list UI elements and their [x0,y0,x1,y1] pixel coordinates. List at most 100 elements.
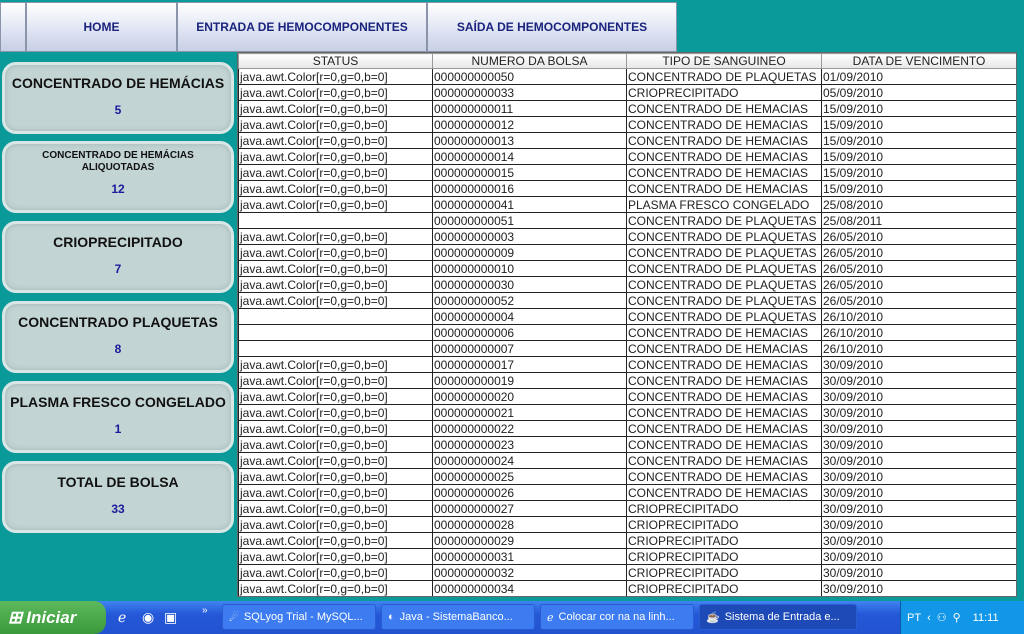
table-row[interactable]: java.awt.Color[r=0,g=0,b=0] 000000000009 C… [238,244,1016,261]
browser-icon[interactable]: ◉ [142,609,154,626]
cell-data[interactable]: 30/09/2010 [821,404,1016,421]
table-row[interactable]: java.awt.Color[r=0,g=0,b=0] 000000000022 C… [238,420,1016,437]
cell-status[interactable]: java.awt.Color[r=0,g=0,b=0] [238,244,433,261]
task-java[interactable]: ◐ Java - SistemaBanco... [381,604,535,630]
table-row[interactable]: java.awt.Color[r=0,g=0,b=0] 000000000015 C… [238,164,1016,181]
expand-quicklaunch-icon[interactable]: » [202,605,208,616]
table-row[interactable]: 000000000004 CONCENTRADO DE PLAQUETAS 26/1… [238,308,1016,325]
cell-tipo[interactable]: CONCENTRADO DE HEMACIAS [626,436,822,453]
cell-tipo[interactable]: CRIOPRECIPITADO [626,516,822,533]
cell-tipo[interactable]: CONCENTRADO DE HEMACIAS [626,116,822,133]
cell-tipo[interactable]: CONCENTRADO DE PLAQUETAS [626,244,822,261]
table-row[interactable]: 000000000007 CONCENTRADO DE HEMACIAS 26/10… [238,340,1016,357]
cell-data[interactable]: 05/09/2010 [821,84,1016,101]
cell-tipo[interactable]: CONCENTRADO DE HEMACIAS [626,420,822,437]
table-row[interactable]: java.awt.Color[r=0,g=0,b=0] 000000000023 C… [238,436,1016,453]
header-status[interactable]: STATUS [238,53,433,69]
cell-status[interactable]: java.awt.Color[r=0,g=0,b=0] [238,116,433,133]
table-row[interactable]: java.awt.Color[r=0,g=0,b=0] 000000000032 C… [238,564,1016,581]
cell-numero[interactable]: 000000000013 [432,132,627,149]
cell-numero[interactable]: 000000000009 [432,244,627,261]
table-row[interactable]: java.awt.Color[r=0,g=0,b=0] 000000000050 C… [238,68,1016,85]
cell-status[interactable] [238,324,433,341]
cell-data[interactable]: 30/09/2010 [821,420,1016,437]
cell-tipo[interactable]: CRIOPRECIPITADO [626,548,822,565]
start-button[interactable]: ⊞ Iniciar [0,601,106,634]
summary-card[interactable]: CONCENTRADO PLAQUETAS 8 [2,301,234,373]
cell-data[interactable]: 26/05/2010 [821,244,1016,261]
cell-status[interactable]: java.awt.Color[r=0,g=0,b=0] [238,564,433,581]
cell-data[interactable]: 15/09/2010 [821,180,1016,197]
cell-numero[interactable]: 000000000030 [432,276,627,293]
cell-status[interactable]: java.awt.Color[r=0,g=0,b=0] [238,484,433,501]
cell-tipo[interactable]: CONCENTRADO DE HEMACIAS [626,164,822,181]
cell-tipo[interactable]: CONCENTRADO DE HEMACIAS [626,404,822,421]
blood-bag-table[interactable]: STATUS NUMERO DA BOLSA TIPO DE SANGUINEO… [237,52,1017,597]
table-row[interactable]: java.awt.Color[r=0,g=0,b=0] 000000000020 C… [238,388,1016,405]
cell-numero[interactable]: 000000000014 [432,148,627,165]
table-row[interactable]: java.awt.Color[r=0,g=0,b=0] 000000000030 C… [238,276,1016,293]
cell-tipo[interactable]: CRIOPRECIPITADO [626,564,822,581]
cell-data[interactable]: 30/09/2010 [821,516,1016,533]
cell-tipo[interactable]: CRIOPRECIPITADO [626,500,822,517]
table-row[interactable]: java.awt.Color[r=0,g=0,b=0] 000000000011 C… [238,100,1016,117]
cell-tipo[interactable]: CONCENTRADO DE PLAQUETAS [626,212,822,229]
cell-tipo[interactable]: CONCENTRADO DE PLAQUETAS [626,308,822,325]
task-sistema[interactable]: ☕ Sistema de Entrada e... [699,604,857,630]
table-row[interactable]: java.awt.Color[r=0,g=0,b=0] 000000000017 C… [238,356,1016,373]
cell-numero[interactable]: 000000000023 [432,436,627,453]
tray-collapse-icon[interactable]: ‹ [927,612,931,624]
header-data[interactable]: DATA DE VENCIMENTO [821,53,1016,69]
cell-status[interactable]: java.awt.Color[r=0,g=0,b=0] [238,276,433,293]
nav-entrada-button[interactable]: ENTRADA DE HEMOCOMPONENTES [177,2,427,52]
cell-tipo[interactable]: CONCENTRADO DE PLAQUETAS [626,292,822,309]
cell-data[interactable]: 01/09/2010 [821,68,1016,85]
cell-tipo[interactable]: CONCENTRADO DE HEMACIAS [626,100,822,117]
summary-card[interactable]: CONCENTRADO DE HEMÁCIAS ALIQUOTADAS 12 [2,141,234,213]
header-numero[interactable]: NUMERO DA BOLSA [432,53,627,69]
cell-tipo[interactable]: CONCENTRADO DE HEMACIAS [626,340,822,357]
cell-status[interactable]: java.awt.Color[r=0,g=0,b=0] [238,548,433,565]
ie-icon[interactable]: ℯ [118,609,126,626]
cell-tipo[interactable]: CONCENTRADO DE HEMACIAS [626,468,822,485]
cell-numero[interactable]: 000000000006 [432,324,627,341]
cell-status[interactable]: java.awt.Color[r=0,g=0,b=0] [238,500,433,517]
cell-data[interactable]: 30/09/2010 [821,532,1016,549]
cell-data[interactable]: 30/09/2010 [821,468,1016,485]
cell-numero[interactable]: 000000000028 [432,516,627,533]
cell-numero[interactable]: 000000000007 [432,340,627,357]
cell-status[interactable]: java.awt.Color[r=0,g=0,b=0] [238,180,433,197]
cell-tipo[interactable]: CONCENTRADO DE HEMACIAS [626,484,822,501]
cell-tipo[interactable]: CONCENTRADO DE HEMACIAS [626,356,822,373]
cell-data[interactable]: 26/10/2010 [821,340,1016,357]
cell-data[interactable]: 15/09/2010 [821,148,1016,165]
cell-status[interactable]: java.awt.Color[r=0,g=0,b=0] [238,228,433,245]
cell-status[interactable] [238,212,433,229]
cell-data[interactable]: 30/09/2010 [821,356,1016,373]
table-row[interactable]: java.awt.Color[r=0,g=0,b=0] 000000000021 C… [238,404,1016,421]
cell-data[interactable]: 26/05/2010 [821,292,1016,309]
cell-numero[interactable]: 000000000027 [432,500,627,517]
table-row[interactable]: java.awt.Color[r=0,g=0,b=0] 000000000027 C… [238,500,1016,517]
table-row[interactable]: java.awt.Color[r=0,g=0,b=0] 000000000031 C… [238,548,1016,565]
cell-status[interactable]: java.awt.Color[r=0,g=0,b=0] [238,148,433,165]
cell-tipo[interactable]: CRIOPRECIPITADO [626,580,822,596]
cell-data[interactable]: 26/10/2010 [821,324,1016,341]
cell-numero[interactable]: 000000000024 [432,452,627,469]
table-row[interactable]: java.awt.Color[r=0,g=0,b=0] 000000000016 C… [238,180,1016,197]
cell-numero[interactable]: 000000000033 [432,84,627,101]
table-row[interactable]: java.awt.Color[r=0,g=0,b=0] 000000000029 C… [238,532,1016,549]
table-row[interactable]: java.awt.Color[r=0,g=0,b=0] 000000000052 C… [238,292,1016,309]
table-row[interactable]: java.awt.Color[r=0,g=0,b=0] 000000000014 C… [238,148,1016,165]
table-row[interactable]: java.awt.Color[r=0,g=0,b=0] 000000000033 C… [238,84,1016,101]
cell-tipo[interactable]: CONCENTRADO DE PLAQUETAS [626,68,822,85]
table-row[interactable]: java.awt.Color[r=0,g=0,b=0] 000000000034 C… [238,580,1016,596]
header-tipo[interactable]: TIPO DE SANGUINEO [626,53,822,69]
cell-status[interactable]: java.awt.Color[r=0,g=0,b=0] [238,452,433,469]
cell-data[interactable]: 30/09/2010 [821,548,1016,565]
cell-numero[interactable]: 000000000051 [432,212,627,229]
cell-data[interactable]: 15/09/2010 [821,116,1016,133]
cell-data[interactable]: 25/08/2011 [821,212,1016,229]
summary-card[interactable]: TOTAL DE BOLSA 33 [2,461,234,533]
cell-numero[interactable]: 000000000010 [432,260,627,277]
